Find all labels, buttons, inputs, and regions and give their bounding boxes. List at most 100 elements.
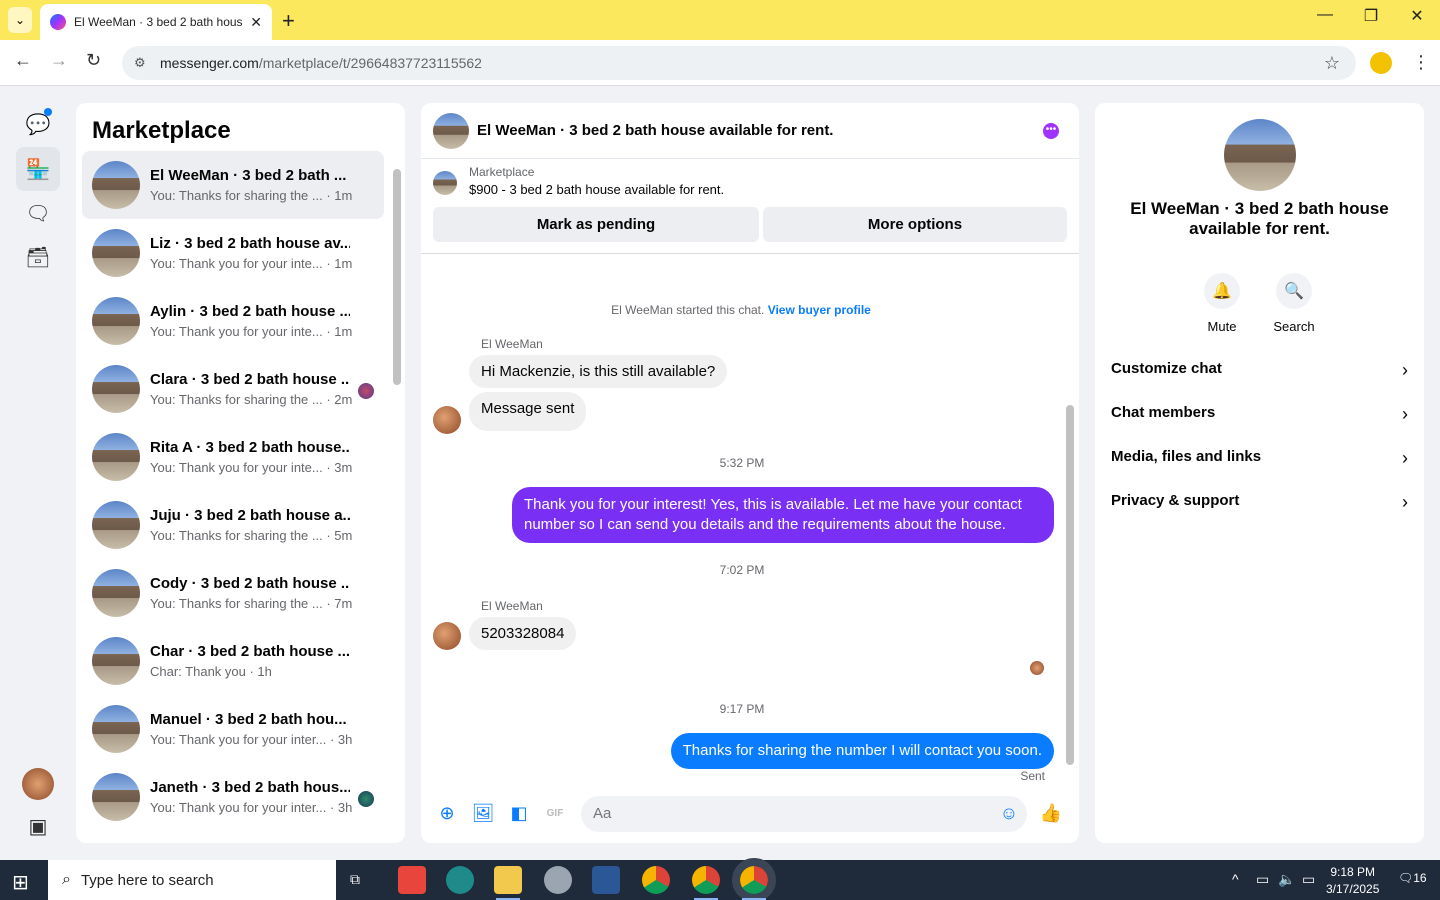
- chevron-up-icon[interactable]: ^: [1232, 871, 1239, 887]
- like-icon[interactable]: 👍: [1040, 803, 1062, 823]
- privacy-support-option[interactable]: Privacy & support ›: [1111, 492, 1408, 513]
- conv-name: Clara · 3 bed 2 bath house ...: [150, 371, 350, 388]
- marketplace-icon[interactable]: 🏪: [16, 147, 60, 191]
- seen-avatar: [358, 383, 374, 399]
- requests-icon[interactable]: 🗨: [16, 191, 60, 235]
- emoji-icon[interactable]: ☺: [999, 803, 1019, 823]
- word-icon[interactable]: [592, 866, 620, 894]
- address-bar[interactable]: ⚙ messenger.com/marketplace/t/2966483772…: [122, 46, 1356, 80]
- chat-members-option[interactable]: Chat members ›: [1111, 404, 1408, 425]
- message-input[interactable]: [581, 796, 1027, 832]
- messenger-icon: [50, 14, 66, 30]
- forward-icon[interactable]: →: [50, 50, 68, 71]
- chat-avatar[interactable]: [1224, 119, 1296, 191]
- url-host: messenger.com: [160, 55, 259, 71]
- conversation-list: Marketplace El WeeMan · 3 bed 2 bath ...…: [76, 103, 405, 843]
- gif-icon[interactable]: GIF: [545, 803, 565, 823]
- site-info-icon[interactable]: ⚙: [134, 55, 150, 71]
- search-button[interactable]: 🔍 Search: [1264, 273, 1324, 334]
- message-bubble[interactable]: Message sent: [469, 392, 587, 431]
- message-bubble[interactable]: Thanks for sharing the number I will con…: [670, 733, 1054, 769]
- close-tab-icon[interactable]: ✕: [250, 14, 262, 31]
- conv-name: Char · 3 bed 2 bath house ...: [150, 643, 350, 660]
- mark-pending-button[interactable]: Mark as pending: [433, 207, 759, 242]
- list-item[interactable]: Char · 3 bed 2 bath house ... Char: Thank…: [82, 627, 384, 695]
- volume-icon[interactable]: 🔈: [1278, 871, 1295, 888]
- timestamp: 7:02 PM: [719, 563, 765, 577]
- chrome-icon[interactable]: [732, 858, 776, 900]
- list-item[interactable]: Cody · 3 bed 2 bath house ... You: Thanks…: [82, 559, 384, 627]
- bookmark-star-icon[interactable]: ☆: [1324, 53, 1340, 74]
- list-item[interactable]: Janeth · 3 bed 2 bath hous... You: Thank …: [82, 763, 384, 831]
- message-bubble[interactable]: 5203328084: [469, 617, 577, 650]
- divider: [421, 253, 1079, 254]
- conv-name: Janeth · 3 bed 2 bath hous...: [150, 779, 350, 796]
- profile-avatar[interactable]: [1370, 52, 1392, 74]
- chat-title[interactable]: El WeeMan · 3 bed 2 bath house available…: [477, 122, 833, 139]
- list-scrollbar[interactable]: [393, 169, 401, 385]
- option-label: Media, files and links: [1111, 448, 1262, 465]
- clock-date: 3/17/2025: [1326, 882, 1380, 896]
- archive-icon[interactable]: 🗃: [16, 235, 60, 279]
- chat-header: El WeeMan · 3 bed 2 bath house available…: [421, 103, 1079, 159]
- back-icon[interactable]: ←: [14, 50, 32, 71]
- photo-icon[interactable]: 🖼: [472, 803, 495, 823]
- chat-scrollbar[interactable]: [1066, 405, 1074, 765]
- new-tab-button[interactable]: +: [282, 8, 295, 34]
- conv-name: Manuel · 3 bed 2 bath hou...: [150, 711, 347, 728]
- clock-time: 9:18 PM: [1330, 865, 1376, 879]
- meet-icon[interactable]: ▭: [1256, 871, 1269, 888]
- app-icon[interactable]: [398, 866, 426, 894]
- list-item[interactable]: Clara · 3 bed 2 bath house ... You: Thank…: [82, 355, 384, 423]
- listing-card[interactable]: Marketplace $900 - 3 bed 2 bath house av…: [433, 165, 1073, 205]
- browser-tab[interactable]: El WeeMan · 3 bed 2 bath hous ✕: [40, 4, 272, 40]
- list-item[interactable]: Liz · 3 bed 2 bath house av... You: Thank…: [82, 219, 384, 287]
- edge-icon[interactable]: [446, 866, 474, 894]
- sticker-icon[interactable]: ◧: [509, 803, 529, 823]
- user-avatar[interactable]: [16, 762, 60, 806]
- clock[interactable]: 9:18 PM 3/17/2025: [1326, 864, 1379, 898]
- minimize-button[interactable]: —: [1302, 6, 1348, 24]
- more-options-button[interactable]: More options: [763, 207, 1067, 242]
- customize-chat-option[interactable]: Customize chat ›: [1111, 360, 1408, 381]
- chrome-icon[interactable]: [692, 866, 720, 900]
- sender-name: El WeeMan: [481, 337, 543, 351]
- browser-titlebar: ⌄ El WeeMan · 3 bed 2 bath hous ✕ + — ❐ …: [0, 0, 1440, 40]
- sidebar-toggle-icon[interactable]: ▣: [16, 804, 60, 848]
- option-label: Privacy & support: [1111, 492, 1240, 509]
- listing-thumbnail: [92, 229, 140, 277]
- conv-name: El WeeMan · 3 bed 2 bath ...: [150, 167, 347, 184]
- notifications-icon[interactable]: 🗨16: [1398, 871, 1427, 885]
- listing-title: $900 - 3 bed 2 bath house available for …: [469, 182, 725, 197]
- media-files-option[interactable]: Media, files and links ›: [1111, 448, 1408, 469]
- task-view-icon[interactable]: ⧉: [350, 871, 360, 888]
- tab-search-button[interactable]: ⌄: [8, 7, 32, 33]
- file-explorer-icon[interactable]: [494, 866, 522, 900]
- list-item[interactable]: Aylin · 3 bed 2 bath house ... You: Thank…: [82, 287, 384, 355]
- windows-start-icon[interactable]: ⊞: [12, 870, 29, 895]
- app-icon[interactable]: [544, 866, 572, 894]
- list-item[interactable]: El WeeMan · 3 bed 2 bath ... You: Thanks …: [82, 151, 384, 219]
- browser-menu-icon[interactable]: ⋮: [1412, 52, 1430, 73]
- view-buyer-link[interactable]: View buyer profile: [768, 303, 871, 317]
- list-item[interactable]: Juju · 3 bed 2 bath house a... You: Thank…: [82, 491, 384, 559]
- chrome-icon[interactable]: [642, 866, 670, 894]
- network-icon[interactable]: ▭: [1302, 871, 1315, 888]
- search-icon: 🔍: [1276, 273, 1312, 309]
- message-bubble[interactable]: Hi Mackenzie, is this still available?: [469, 355, 728, 388]
- sender-avatar[interactable]: [433, 406, 461, 434]
- sender-avatar[interactable]: [433, 622, 461, 650]
- plus-icon[interactable]: ⊕: [437, 803, 457, 823]
- maximize-button[interactable]: ❐: [1348, 6, 1394, 26]
- chat-thumbnail[interactable]: [433, 112, 469, 149]
- close-window-button[interactable]: ✕: [1394, 6, 1440, 26]
- chats-icon[interactable]: 💬: [16, 102, 60, 146]
- list-item[interactable]: Rita A · 3 bed 2 bath house... You: Thank…: [82, 423, 384, 491]
- more-icon[interactable]: •••: [1043, 123, 1059, 139]
- conv-preview: You: Thanks for sharing the ... · 5m: [150, 528, 353, 543]
- message-bubble[interactable]: Thank you for your interest! Yes, this i…: [512, 487, 1054, 543]
- mute-button[interactable]: 🔔 Mute: [1192, 273, 1252, 334]
- list-item[interactable]: Manuel · 3 bed 2 bath hou... You: Thank y…: [82, 695, 384, 763]
- reload-icon[interactable]: ↻: [86, 50, 101, 71]
- taskbar-search[interactable]: ⌕ Type here to search: [48, 860, 336, 900]
